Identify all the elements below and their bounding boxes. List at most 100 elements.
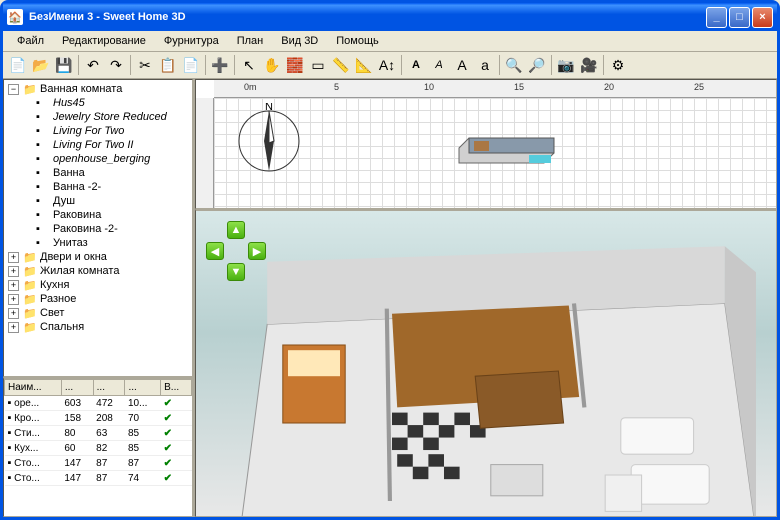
nav-up-icon[interactable]: ▲	[227, 221, 245, 239]
tree-category[interactable]: +📁Кухня	[6, 278, 190, 292]
italic-icon[interactable]: A	[428, 54, 450, 76]
furniture-icon: ▪	[36, 153, 50, 165]
new-icon[interactable]: 📄	[7, 54, 29, 76]
menu-furniture[interactable]: Фурнитура	[156, 33, 227, 49]
expand-icon[interactable]: +	[8, 280, 19, 291]
furniture-tree[interactable]: − 📁 Ванная комната ▪Hus45▪Jewelry Store …	[3, 79, 193, 377]
tree-item[interactable]: ▪Раковина	[6, 208, 190, 222]
menubar: Файл Редактирование Фурнитура План Вид 3…	[3, 31, 777, 52]
furniture-icon: ▪	[36, 125, 50, 137]
nav-left-icon[interactable]: ◀	[206, 242, 224, 260]
photo-icon[interactable]: 📷	[555, 54, 577, 76]
window-title: БезИмени 3 - Sweet Home 3D	[29, 11, 186, 23]
expand-icon[interactable]: +	[8, 294, 19, 305]
table-header[interactable]: В...	[161, 380, 192, 396]
ruler-vertical	[196, 98, 214, 208]
expand-icon[interactable]: +	[8, 308, 19, 319]
table-header[interactable]: Наим...	[5, 380, 62, 396]
furniture-icon: ▪	[36, 97, 50, 109]
check-icon: ✔	[161, 396, 192, 411]
tree-item[interactable]: ▪Living For Two	[6, 124, 190, 138]
table-row[interactable]: ▪ Сти...806385✔	[5, 426, 192, 441]
app-icon: 🏠	[7, 9, 23, 25]
view-3d[interactable]: ▲ ▼ ◀ ▶	[195, 209, 777, 517]
svg-text:N: N	[265, 103, 273, 113]
minimize-button[interactable]: _	[706, 7, 727, 28]
table-header[interactable]: ...	[93, 380, 125, 396]
save-icon[interactable]: 💾	[53, 54, 75, 76]
menu-plan[interactable]: План	[229, 33, 272, 49]
expand-icon[interactable]: +	[8, 266, 19, 277]
tree-category[interactable]: +📁Двери и окна	[6, 250, 190, 264]
video-icon[interactable]: 🎥	[578, 54, 600, 76]
folder-icon: 📁	[23, 321, 37, 333]
dimension2-icon[interactable]: 📐	[353, 54, 375, 76]
dimension-icon[interactable]: 📏	[330, 54, 352, 76]
paste-icon[interactable]: 📄	[180, 54, 202, 76]
zoom-in-icon[interactable]: 🔍	[503, 54, 525, 76]
menu-help[interactable]: Помощь	[328, 33, 387, 49]
left-panel: − 📁 Ванная комната ▪Hus45▪Jewelry Store …	[3, 79, 195, 517]
table-header[interactable]: ...	[61, 380, 93, 396]
bold-icon[interactable]: A	[405, 54, 427, 76]
check-icon: ✔	[161, 411, 192, 426]
tree-item[interactable]: ▪Living For Two II	[6, 138, 190, 152]
text-icon[interactable]: A↕	[376, 54, 398, 76]
pan-icon[interactable]: ✋	[261, 54, 283, 76]
collapse-icon[interactable]: −	[8, 84, 19, 95]
table-row[interactable]: ▪ Сто...1478774✔	[5, 471, 192, 486]
expand-icon[interactable]: +	[8, 322, 19, 333]
increase-icon[interactable]: A	[451, 54, 473, 76]
tree-item[interactable]: ▪openhouse_berging	[6, 152, 190, 166]
tree-category[interactable]: +📁Разное	[6, 292, 190, 306]
menu-view3d[interactable]: Вид 3D	[273, 33, 326, 49]
select-icon[interactable]: ↖	[238, 54, 260, 76]
open-icon[interactable]: 📂	[30, 54, 52, 76]
room-icon[interactable]: ▭	[307, 54, 329, 76]
tree-category[interactable]: +📁Спальня	[6, 320, 190, 334]
folder-icon: 📁	[23, 251, 37, 263]
maximize-button[interactable]: □	[729, 7, 750, 28]
folder-icon: 📁	[23, 265, 37, 277]
tree-root[interactable]: − 📁 Ванная комната	[6, 82, 190, 96]
close-button[interactable]: ×	[752, 7, 773, 28]
tree-item[interactable]: ▪Ванна	[6, 166, 190, 180]
check-icon: ✔	[161, 471, 192, 486]
folder-icon: 📁	[23, 307, 37, 319]
add-furniture-icon[interactable]: ➕	[209, 54, 231, 76]
plan-grid[interactable]: N	[214, 98, 776, 208]
wall-icon[interactable]: 🧱	[284, 54, 306, 76]
table-row[interactable]: ▪ Сто...1478787✔	[5, 456, 192, 471]
cut-icon[interactable]: ✂	[134, 54, 156, 76]
table-row[interactable]: ▪ ope...60347210...✔	[5, 396, 192, 411]
undo-icon[interactable]: ↶	[82, 54, 104, 76]
tree-category[interactable]: +📁Свет	[6, 306, 190, 320]
menu-file[interactable]: Файл	[9, 33, 52, 49]
redo-icon[interactable]: ↷	[105, 54, 127, 76]
furniture-table[interactable]: Наим............В... ▪ ope...60347210...…	[3, 377, 193, 517]
tree-item[interactable]: ▪Hus45	[6, 96, 190, 110]
expand-icon[interactable]: +	[8, 252, 19, 263]
decrease-icon[interactable]: a	[474, 54, 496, 76]
tree-item[interactable]: ▪Ванна -2-	[6, 180, 190, 194]
tree-item[interactable]: ▪Душ	[6, 194, 190, 208]
settings-icon[interactable]: ⚙	[607, 54, 629, 76]
plan-view[interactable]: 0m510152025 N	[195, 79, 777, 209]
titlebar[interactable]: 🏠 БезИмени 3 - Sweet Home 3D _ □ ×	[3, 3, 777, 31]
table-row[interactable]: ▪ Кух...608285✔	[5, 441, 192, 456]
plan-mini-model[interactable]	[454, 133, 574, 173]
zoom-out-icon[interactable]: 🔎	[526, 54, 548, 76]
table-row[interactable]: ▪ Кро...15820870✔	[5, 411, 192, 426]
copy-icon[interactable]: 📋	[157, 54, 179, 76]
furniture-icon: ▪	[36, 237, 50, 249]
tree-item[interactable]: ▪Унитаз	[6, 236, 190, 250]
app-window: 🏠 БезИмени 3 - Sweet Home 3D _ □ × Файл …	[0, 0, 780, 520]
ruler-tick: 15	[514, 82, 524, 92]
tree-category[interactable]: +📁Жилая комната	[6, 264, 190, 278]
table-header[interactable]: ...	[125, 380, 161, 396]
row-icon: ▪	[8, 412, 12, 424]
compass-icon[interactable]: N	[234, 103, 304, 173]
tree-item[interactable]: ▪Раковина -2-	[6, 222, 190, 236]
menu-edit[interactable]: Редактирование	[54, 33, 154, 49]
tree-item[interactable]: ▪Jewelry Store Reduced	[6, 110, 190, 124]
